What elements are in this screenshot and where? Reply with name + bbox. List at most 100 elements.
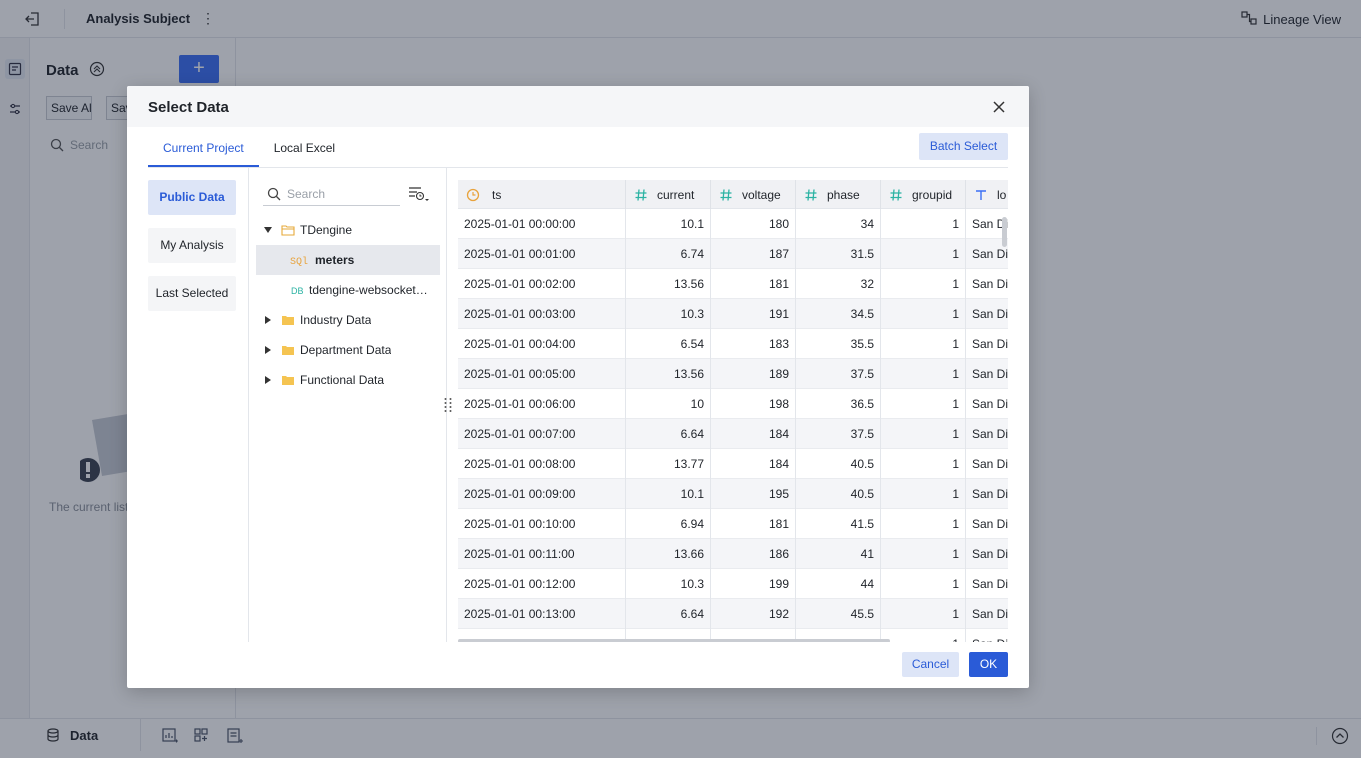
category-my-analysis[interactable]: My Analysis <box>148 228 236 263</box>
tree-item-label: Industry Data <box>300 313 372 327</box>
cell-current: 13.77 <box>626 449 711 479</box>
cell-current: 6.64 <box>626 599 711 629</box>
hash-icon <box>804 188 818 202</box>
tree-item-department-data[interactable]: Department Data <box>256 335 440 365</box>
table-row: 2025-01-01 00:09:00 10.1 195 40.5 1 San Di <box>458 479 1008 509</box>
horizontal-scrollbar[interactable] <box>458 639 890 642</box>
tab-current-project[interactable]: Current Project <box>148 134 259 167</box>
tree-item-meters[interactable]: SQl meters <box>256 245 440 275</box>
cell-voltage: 191 <box>711 299 796 329</box>
tree-search-placeholder: Search <box>287 186 326 201</box>
cell-voltage: 183 <box>711 329 796 359</box>
table-row: 2025-01-01 00:00:00 10.1 180 34 1 San Di <box>458 209 1008 239</box>
cell-lo: San Di <box>966 449 1008 479</box>
cell-voltage: 192 <box>711 599 796 629</box>
caret-right-icon[interactable] <box>263 315 273 325</box>
svg-text:DB: DB <box>291 286 304 296</box>
caret-right-icon[interactable] <box>263 375 273 385</box>
cell-groupid: 1 <box>881 569 966 599</box>
cell-voltage: 195 <box>711 479 796 509</box>
sql-icon: SQl <box>290 254 308 266</box>
cell-phase: 36.5 <box>796 389 881 419</box>
dialog-title: Select Data <box>148 99 229 116</box>
cell-ts: 2025-01-01 00:07:00 <box>458 419 626 449</box>
ok-button[interactable]: OK <box>969 652 1008 677</box>
tree-item-label: TDengine <box>300 223 353 237</box>
cell-groupid: 1 <box>881 449 966 479</box>
column-header-label: current <box>657 187 695 202</box>
cell-current: 6.64 <box>626 419 711 449</box>
cell-phase: 31.5 <box>796 239 881 269</box>
filter-history-icon[interactable] <box>407 184 433 206</box>
cell-groupid: 1 <box>881 209 966 239</box>
cell-voltage: 184 <box>711 449 796 479</box>
folder-icon <box>281 374 295 386</box>
cell-current: 10.1 <box>626 209 711 239</box>
caret-down-icon[interactable] <box>263 225 273 235</box>
cell-current: 10 <box>626 389 711 419</box>
cell-current: 10.1 <box>626 479 711 509</box>
cell-current: 13.56 <box>626 359 711 389</box>
table-row: 2025-01-01 00:06:00 10 198 36.5 1 San Di <box>458 389 1008 419</box>
column-header-label: ts <box>492 187 502 202</box>
db-icon: DB <box>290 284 308 296</box>
vertical-scrollbar[interactable] <box>1002 217 1007 247</box>
tree-item-functional-data[interactable]: Functional Data <box>256 365 440 395</box>
tree-item-label: meters <box>315 253 355 267</box>
column-header-lo[interactable]: lo <box>966 180 1008 209</box>
cell-lo: San Di <box>966 299 1008 329</box>
category-last-selected[interactable]: Last Selected <box>148 276 236 311</box>
cell-current: 6.74 <box>626 239 711 269</box>
source-tabs: Current Project Local Excel <box>148 134 350 167</box>
column-header-ts[interactable]: ts <box>458 180 626 209</box>
hash-icon <box>719 188 733 202</box>
tree-item-tdengine-websocket[interactable]: DB tdengine-websocket… <box>256 275 440 305</box>
column-header-label: phase <box>827 187 860 202</box>
table-row: 2025-01-01 00:04:00 6.54 183 35.5 1 San Di <box>458 329 1008 359</box>
tree-item-label: tdengine-websocket… <box>309 283 428 297</box>
folder-icon <box>281 344 295 356</box>
cell-phase: 41 <box>796 539 881 569</box>
table-row: 2025-01-01 00:03:00 10.3 191 34.5 1 San Di <box>458 299 1008 329</box>
cell-phase: 44 <box>796 569 881 599</box>
tree-item-industry-data[interactable]: Industry Data <box>256 305 440 335</box>
search-icon <box>267 187 281 200</box>
table-row: 2025-01-01 00:10:00 6.94 181 41.5 1 San Di <box>458 509 1008 539</box>
cell-groupid: 1 <box>881 299 966 329</box>
column-header-groupid[interactable]: groupid <box>881 180 966 209</box>
cell-groupid: 1 <box>881 509 966 539</box>
close-icon[interactable] <box>991 99 1007 115</box>
cell-ts: 2025-01-01 00:03:00 <box>458 299 626 329</box>
tree-item-tdengine[interactable]: TDengine <box>256 215 440 245</box>
table-row: 2025-01-01 00:05:00 13.56 189 37.5 1 San Di <box>458 359 1008 389</box>
cell-phase: 40.5 <box>796 479 881 509</box>
column-header-voltage[interactable]: voltage <box>711 180 796 209</box>
cell-lo: San Di <box>966 359 1008 389</box>
table-row: 2025-01-01 00:08:00 13.77 184 40.5 1 San Di <box>458 449 1008 479</box>
cell-lo: San Di <box>966 569 1008 599</box>
cell-groupid: 1 <box>881 479 966 509</box>
cell-groupid: 1 <box>881 269 966 299</box>
cell-lo: San Di <box>966 389 1008 419</box>
column-header-current[interactable]: current <box>626 180 711 209</box>
table-row: 2025-01-01 00:12:00 10.3 199 44 1 San Di <box>458 569 1008 599</box>
cell-groupid: 1 <box>881 239 966 269</box>
category-public-data[interactable]: Public Data <box>148 180 236 215</box>
cell-ts: 2025-01-01 00:02:00 <box>458 269 626 299</box>
cell-lo: San Di <box>966 509 1008 539</box>
column-header-phase[interactable]: phase <box>796 180 881 209</box>
dialog-header: Select Data <box>127 86 1029 127</box>
cancel-button[interactable]: Cancel <box>902 652 959 677</box>
cell-groupid: 1 <box>881 629 966 642</box>
cell-current: 10.3 <box>626 569 711 599</box>
tab-local-excel[interactable]: Local Excel <box>259 134 350 167</box>
drag-handle-icon[interactable] <box>443 397 453 413</box>
cell-ts: 2025-01-01 00:00:00 <box>458 209 626 239</box>
tree-search-input[interactable]: Search <box>263 182 400 206</box>
text-type-icon <box>974 188 988 202</box>
caret-right-icon[interactable] <box>263 345 273 355</box>
cell-phase: 34.5 <box>796 299 881 329</box>
cell-ts: 2025-01-01 00:01:00 <box>458 239 626 269</box>
cell-ts: 2025-01-01 00:09:00 <box>458 479 626 509</box>
batch-select-button[interactable]: Batch Select <box>919 133 1008 160</box>
